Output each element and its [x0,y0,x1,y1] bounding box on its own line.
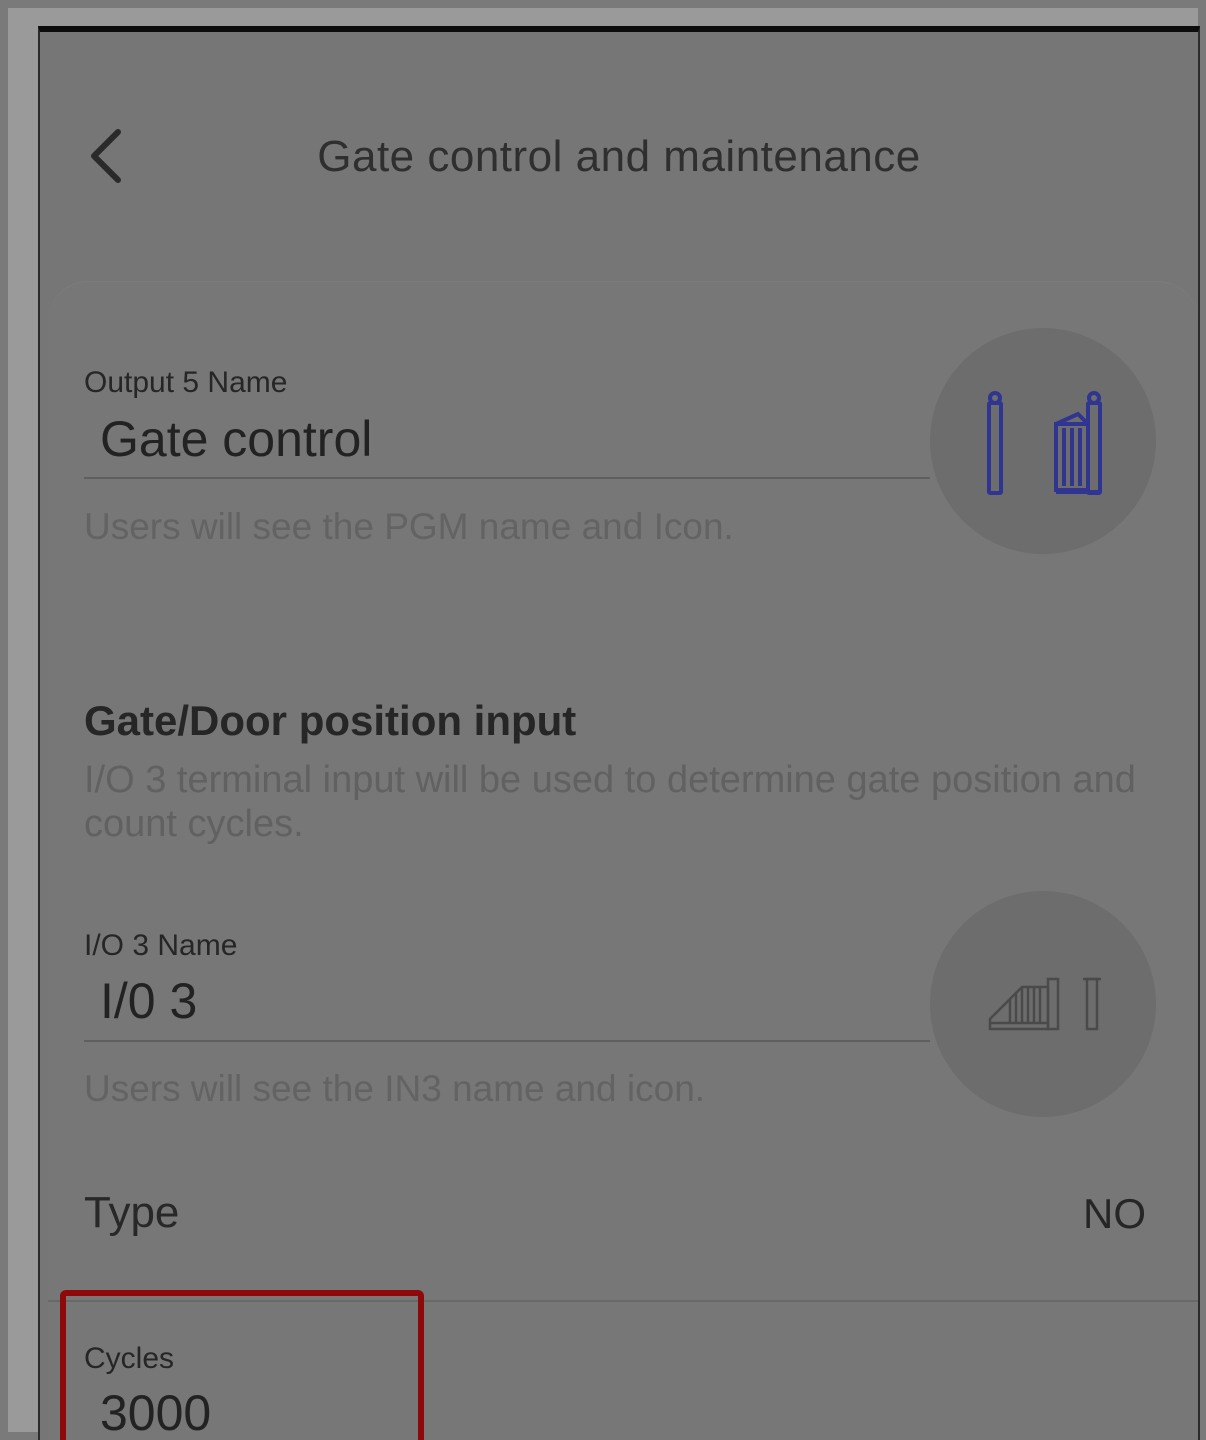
io-icon-picker[interactable] [930,891,1156,1117]
output-name-underline [84,477,930,479]
io-name-hint: Users will see the IN3 name and icon. [84,1068,706,1109]
position-section-title: Gate/Door position input [84,697,577,744]
gate-closed-icon [987,391,1102,495]
io-name-underline [84,1040,930,1042]
gate-open-icon [988,977,1101,1031]
output-name-label: Output 5 Name [84,366,288,399]
screenshot-frame: Gate control and maintenance Output 5 Na… [8,8,1200,1440]
output-name-input[interactable]: Gate control [100,410,372,468]
io-name-label: I/O 3 Name [84,929,238,962]
io-name-input[interactable]: I/0 3 [100,972,197,1030]
output-icon-picker[interactable] [930,328,1156,554]
output-name-hint: Users will see the PGM name and Icon. [84,506,734,547]
position-section-description: I/O 3 terminal input will be used to det… [84,759,1136,845]
app-header: Gate control and maintenance [40,32,1198,272]
type-value[interactable]: NO [1083,1190,1146,1238]
type-label: Type [84,1188,180,1237]
app-screen: Gate control and maintenance Output 5 Na… [38,26,1200,1440]
page-title: Gate control and maintenance [317,132,921,181]
cycles-highlight-box [60,1290,424,1440]
